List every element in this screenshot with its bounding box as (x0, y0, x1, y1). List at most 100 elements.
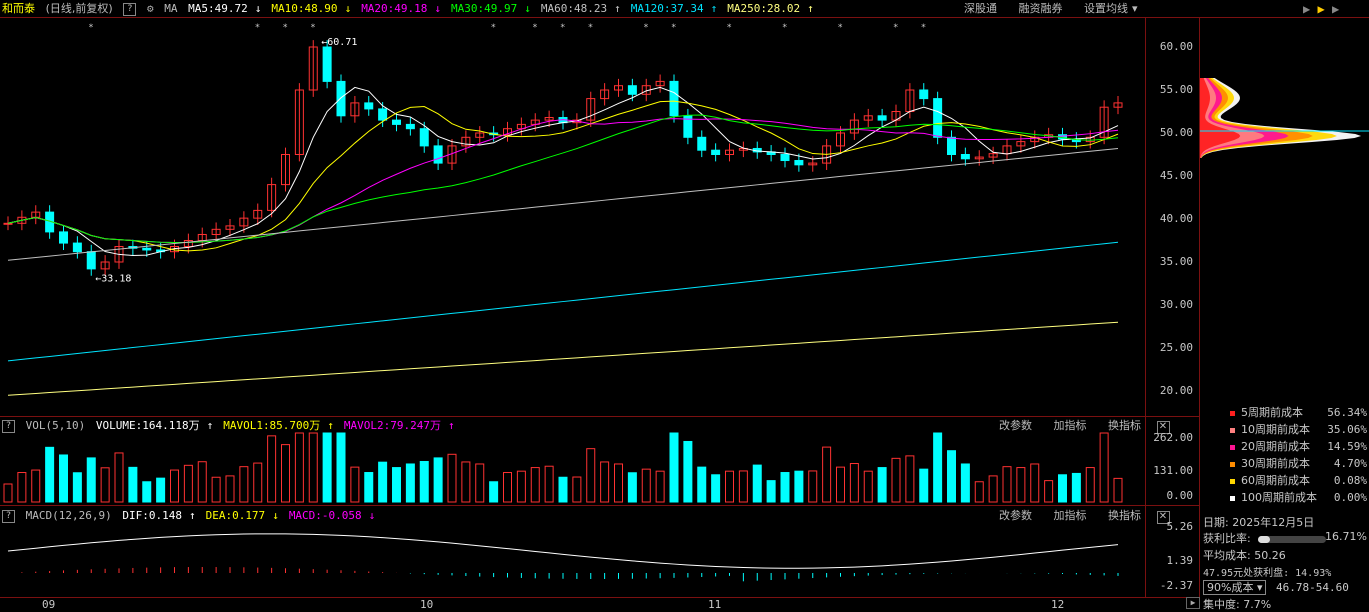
scroll-right-icon[interactable]: ▶ (1186, 597, 1200, 609)
volume-bar (877, 467, 887, 503)
vol-label: MAVOL1:85.700万 (223, 419, 321, 432)
cost-select[interactable]: 90%成本 ▾ (1203, 580, 1267, 595)
flag-icon[interactable]: ▶ (1317, 2, 1324, 16)
vol-arrow-icon: ↑ (206, 419, 214, 432)
volume-bar (933, 432, 943, 503)
cost-legend-item: 20周期前成本 14.59% (1230, 439, 1368, 455)
volume-bar (170, 469, 179, 503)
vol-list: VOLUME:164.118万 ↑ MAVOL1:85.700万 ↑ MAVOL2:79… (96, 419, 465, 432)
vol-switch-indicator-button[interactable]: 换指标 (1108, 419, 1141, 432)
vol-add-indicator-button[interactable]: 加指标 (1054, 419, 1087, 432)
volume-bar (378, 461, 388, 503)
price-axis-label: 30.00 (1159, 298, 1193, 311)
macd-toolbar: 改参数 加指标 换指标 ✕ (985, 507, 1174, 525)
avg-cost: 平均成本: 50.26 (1203, 549, 1286, 562)
event-marker: * (643, 23, 648, 33)
volume-bar (1002, 466, 1012, 503)
macd-item: MACD:-0.058 ↓ (289, 509, 379, 522)
vol-name: VOL(5,10) (25, 419, 86, 432)
x-axis-label-oct: 10 (420, 598, 434, 611)
candle-body (364, 102, 374, 110)
event-marker: * (88, 23, 93, 33)
vol-header: ? VOL(5,10) VOLUME:164.118万 ↑ MAVOL1:85.70… (2, 417, 469, 435)
macd-name: MACD(12,26,9) (25, 509, 112, 522)
event-marker: * (838, 23, 843, 33)
cost-date: 日期: 2025年12月5日 (1203, 516, 1315, 529)
event-marker: * (560, 23, 565, 33)
volume-bar (683, 440, 693, 503)
profit-ratio-fill (1258, 535, 1270, 543)
volume-bar (697, 466, 707, 503)
cost-legend-item: 5周期前成本 56.34% (1230, 405, 1368, 421)
event-marker: * (588, 23, 593, 33)
candle-body (933, 98, 943, 138)
macd-params-button[interactable]: 改参数 (999, 509, 1032, 522)
vol-params-button[interactable]: 改参数 (999, 419, 1032, 432)
cost-legend-label: 100周期前成本 (1241, 491, 1317, 504)
volume-bar (558, 476, 568, 503)
cost-select-value: 90%成本 (1207, 581, 1254, 594)
volume-bar (433, 457, 443, 503)
profit-ratio-label: 获利比率: (1203, 532, 1251, 545)
cost-legend-item: 100周期前成本 0.00% (1230, 490, 1368, 506)
vol-axis-top: 262.00 (1153, 431, 1193, 444)
event-marker: * (283, 23, 288, 33)
legend-dot (1230, 495, 1235, 501)
volume-bar (156, 477, 166, 503)
macd-dif-line (7, 533, 1119, 569)
volume-bar (780, 472, 790, 503)
volume-bar (808, 470, 818, 503)
volume-bar (322, 432, 332, 503)
event-marker: * (727, 23, 732, 33)
macd-add-indicator-button[interactable]: 加指标 (1054, 509, 1087, 522)
volume-bar (960, 463, 970, 503)
volume-bar (725, 470, 734, 503)
macd-arrow-icon: ↓ (368, 509, 376, 522)
x-axis-label-sep: 09 (42, 598, 56, 611)
cost-legend-pct: 0.08% (1333, 474, 1367, 487)
event-marker: * (893, 23, 898, 33)
volume-bar (655, 470, 665, 503)
vol-item: MAVOL1:85.700万 ↑ (223, 419, 338, 432)
price-axis-label: 25.00 (1159, 341, 1193, 354)
candle-body (919, 89, 929, 100)
macd-axis-bottom: -2.37 (1159, 579, 1193, 592)
volume-bar (405, 463, 415, 503)
cost-legend-item: 30周期前成本 4.70% (1230, 456, 1368, 472)
next-icon[interactable]: ▶ (1332, 2, 1339, 16)
cost-legend-pct: 14.59% (1327, 440, 1367, 453)
candle-body (780, 154, 790, 162)
macd-help-button[interactable]: ? (2, 509, 15, 523)
macd-switch-indicator-button[interactable]: 换指标 (1108, 509, 1141, 522)
macd-label: MACD:-0.058 (288, 509, 362, 522)
macd-label: DIF:0.148 (122, 509, 182, 522)
volume-bar (503, 472, 512, 503)
volume-bar (600, 461, 610, 503)
volume-bar (364, 472, 374, 503)
volume-bar (447, 453, 457, 503)
volume-bar (197, 461, 207, 503)
volume-bar (919, 468, 929, 503)
play-icon[interactable]: ▶ (1303, 2, 1310, 16)
cost-legend-pct: 56.34% (1327, 406, 1367, 419)
event-marker: * (255, 23, 260, 33)
vol-axis-bottom: 0.00 (1166, 489, 1194, 502)
volume-bar (586, 448, 596, 503)
macd-arrow-icon: ↑ (188, 509, 196, 522)
profit-at-price: 47.95元处获利盘: 14.93% (1203, 568, 1332, 579)
volume-bar (572, 476, 582, 503)
volume-bar (752, 464, 762, 503)
event-marker: * (491, 23, 496, 33)
candle-body (86, 251, 96, 270)
candle-body (627, 85, 637, 95)
volume-bar (1113, 477, 1123, 503)
candle-body (877, 115, 887, 121)
volume-bar (392, 467, 401, 503)
vol-arrow-icon: ↑ (448, 419, 455, 432)
volume-bar (891, 457, 901, 503)
vol-help-button[interactable]: ? (2, 419, 15, 433)
candle-body (405, 123, 415, 130)
volume-bar (641, 468, 651, 503)
volume-bar (794, 470, 804, 503)
cost-legend-item: 10周期前成本 35.06% (1230, 422, 1368, 438)
